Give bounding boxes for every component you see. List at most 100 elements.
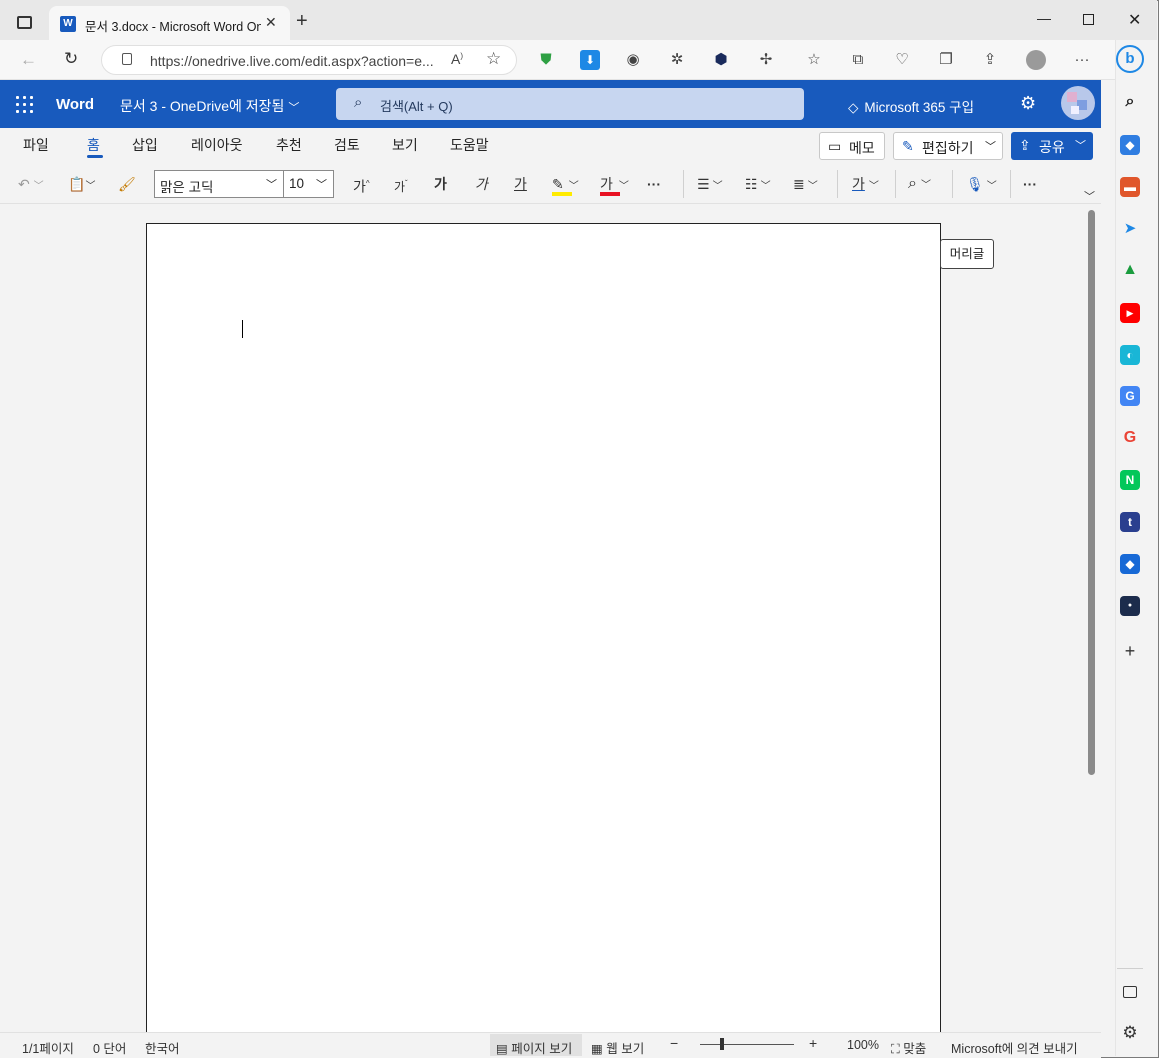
document-title[interactable]: 문서 3 - OneDrive에 저장됨 ﹀ (120, 96, 299, 116)
underline-button[interactable]: 가 (514, 173, 527, 195)
chevron-down-icon: ﹀ (316, 179, 327, 191)
add-favorite-icon[interactable]: ☆ (486, 49, 501, 69)
close-window-button[interactable]: ✕ (1128, 10, 1141, 30)
lock-icon[interactable] (122, 53, 132, 65)
font-color-button[interactable]: 가 ﹀ (600, 173, 629, 196)
search-icon: ⌕ (354, 94, 363, 111)
memo-button[interactable]: ▭ 메모 (819, 132, 885, 160)
grow-font-button[interactable]: 가^ (353, 173, 370, 195)
app-launcher-icon[interactable] (16, 96, 34, 114)
read-aloud-icon[interactable]: A) (451, 51, 463, 67)
download-extension-icon[interactable]: ⬇ (580, 50, 600, 70)
zoom-slider-thumb[interactable] (719, 1038, 724, 1050)
browser-essentials-icon[interactable]: ♡ (892, 50, 912, 70)
tab-review[interactable]: 검토 (334, 135, 360, 155)
document-page[interactable] (146, 223, 941, 1053)
tab-insert[interactable]: 삽입 (132, 135, 158, 155)
bold-button[interactable]: 가 (434, 173, 447, 195)
refresh-icon[interactable]: ↻ (64, 49, 78, 69)
shield-extension-icon[interactable]: ⛊ (536, 50, 556, 70)
sidebar-settings-icon[interactable]: ⚙ (1120, 1023, 1140, 1043)
highlight-button[interactable]: ✎ ﹀ (552, 173, 579, 196)
hexagon-extension-icon[interactable]: ⬢ (711, 50, 731, 70)
tree-icon[interactable]: ▲ (1120, 260, 1140, 280)
tab-actions-copy-icon[interactable]: ❐ (936, 50, 956, 70)
find-button[interactable]: ⌕ ﹀ (908, 173, 931, 195)
tab-help[interactable]: 도움말 (450, 135, 489, 155)
font-name-select[interactable]: 맑은 고딕 ﹀ (154, 170, 284, 198)
tools-briefcase-icon[interactable]: ▬ (1120, 177, 1140, 197)
settings-gear-icon[interactable]: ⚙ (1020, 93, 1036, 114)
feedback-link[interactable]: Microsoft에 의견 보내기 (951, 1038, 1078, 1057)
align-button[interactable]: ≣ ﹀ (793, 173, 818, 195)
maximize-button[interactable] (1083, 14, 1094, 25)
tab-file[interactable]: 파일 (23, 135, 49, 155)
translate-icon[interactable]: G (1120, 386, 1140, 406)
camera-extension-icon[interactable]: ◉ (623, 50, 643, 70)
search-input[interactable]: ⌕ 검색(Alt + Q) (336, 88, 804, 120)
profile-avatar-icon[interactable] (1026, 50, 1046, 70)
back-arrow-icon[interactable]: ← (20, 50, 37, 70)
share-page-icon[interactable]: ⇪ (980, 50, 1000, 70)
browser-tab[interactable]: W 문서 3.docx - Microsoft Word Online ✕ (49, 6, 290, 40)
cube-icon[interactable]: ◆ (1120, 554, 1140, 574)
web-view-button[interactable]: ▦ 웹 보기 (591, 1038, 644, 1057)
bing-copilot-icon[interactable]: b (1116, 45, 1144, 73)
aperture-extension-icon[interactable]: ✲ (667, 50, 687, 70)
user-avatar[interactable] (1061, 86, 1095, 120)
vertical-scrollbar[interactable] (1088, 210, 1095, 775)
more-options-icon[interactable]: ··· (1023, 173, 1037, 195)
more-options-icon[interactable]: ··· (1072, 50, 1092, 70)
zoom-out-button[interactable]: − (670, 1035, 678, 1051)
buy-microsoft-365-button[interactable]: ◇ Microsoft 365 구입 (848, 96, 974, 116)
numbering-button[interactable]: ☷ ﹀ (745, 173, 771, 195)
hide-sidebar-icon[interactable] (1123, 986, 1137, 998)
language[interactable]: 한국어 (145, 1038, 180, 1057)
bullets-button[interactable]: ☰ ﹀ (697, 173, 723, 195)
collections-icon[interactable]: ⧉ (848, 50, 868, 70)
tab-references[interactable]: 추천 (276, 135, 302, 155)
favorites-icon[interactable]: ☆ (804, 50, 824, 70)
youtube-icon[interactable]: ▶ (1120, 303, 1140, 323)
naver-icon[interactable]: N (1120, 470, 1140, 490)
search-sidebar-icon[interactable]: ⌕ (1120, 92, 1140, 112)
app-icon-navy[interactable]: t (1120, 512, 1140, 532)
zoom-in-button[interactable]: + (809, 1035, 817, 1051)
new-tab-button[interactable]: + (296, 11, 308, 31)
google-icon[interactable]: G (1120, 428, 1140, 448)
extensions-puzzle-icon[interactable]: ✢ (756, 50, 776, 70)
font-size-select[interactable]: 10 ﹀ (283, 170, 334, 198)
paste-icon[interactable]: 📋﹀ (68, 173, 95, 195)
web-view-icon: ▦ (591, 1042, 607, 1056)
italic-button[interactable]: 가 (475, 173, 488, 195)
ribbon-divider (1010, 170, 1011, 198)
font-size-value: 10 (289, 176, 305, 191)
tab-layout[interactable]: 레이아웃 (191, 135, 243, 155)
word-count[interactable]: 0 단어 (93, 1038, 126, 1057)
tab-view[interactable]: 보기 (392, 135, 418, 155)
shrink-font-button[interactable]: 가ˇ (394, 173, 408, 195)
tab-home[interactable]: 홈 (87, 135, 100, 155)
editing-mode-button[interactable]: ✎ 편집하기 ﹀ (893, 132, 1003, 160)
page-view-button[interactable]: ▤ 페이지 보기 (496, 1038, 572, 1057)
undo-icon[interactable]: ↶ ﹀ (18, 173, 44, 195)
minimize-button[interactable]: — (1037, 10, 1051, 26)
dictate-button[interactable]: 🎙 ﹀ (966, 173, 997, 195)
app-icon-green-blue[interactable]: ◐ (1120, 345, 1140, 365)
header-label-button[interactable]: 머리글 (940, 239, 994, 269)
send-plane-icon[interactable]: ➤ (1120, 219, 1140, 239)
share-button[interactable]: ⇪ 공유 ﹀ (1011, 132, 1093, 160)
shopping-tag-icon[interactable]: ◆ (1120, 135, 1140, 155)
format-painter-icon[interactable]: 🖌 (118, 173, 136, 195)
zoom-level[interactable]: 100% (847, 1038, 879, 1052)
add-sidebar-icon[interactable]: + (1120, 641, 1140, 661)
tab-actions-icon[interactable] (17, 16, 32, 29)
address-bar[interactable]: https://onedrive.live.com/edit.aspx?acti… (101, 45, 517, 75)
close-tab-icon[interactable]: ✕ (265, 14, 277, 31)
zoom-slider[interactable] (700, 1044, 794, 1045)
app-icon-dark[interactable]: ● (1120, 596, 1140, 616)
more-font-options-icon[interactable]: ··· (647, 173, 661, 195)
app-name[interactable]: Word (56, 96, 94, 113)
styles-button[interactable]: 가 ﹀ (852, 173, 879, 195)
fit-button[interactable]: ⛶ 맞춤 (891, 1038, 926, 1057)
